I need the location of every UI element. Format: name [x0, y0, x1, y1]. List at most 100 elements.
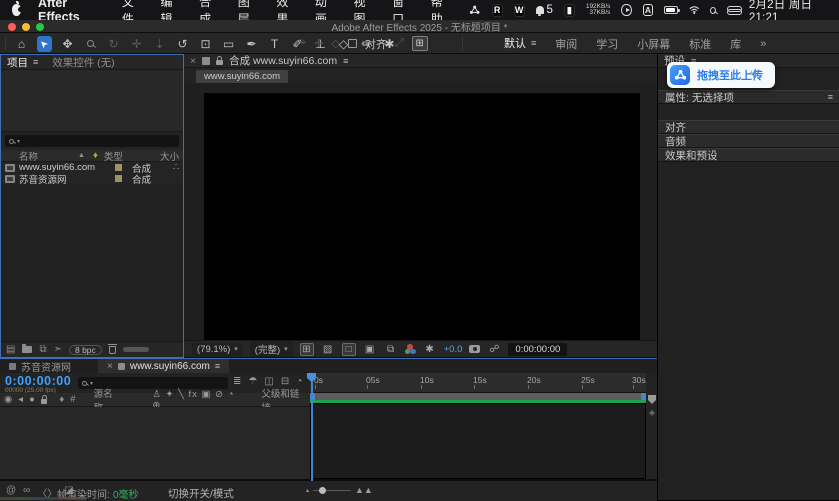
- dolly-camera-tool[interactable]: ⇣: [152, 36, 167, 52]
- workspace-small-screen[interactable]: 小屏幕: [636, 33, 671, 55]
- current-timecode[interactable]: 0:00:00:00: [5, 374, 71, 388]
- apple-menu-icon[interactable]: [12, 4, 21, 16]
- comp-marker-icon[interactable]: ◈: [649, 408, 655, 417]
- hand-tool[interactable]: ✥: [60, 36, 75, 52]
- snap-checkbox[interactable]: [348, 39, 357, 48]
- view-layout-icon[interactable]: ⧉: [384, 344, 398, 355]
- new-composition-icon[interactable]: ⧉: [39, 344, 46, 355]
- selection-tool[interactable]: ➤: [37, 36, 52, 52]
- control-center-icon[interactable]: [727, 6, 738, 15]
- tab-effect-controls[interactable]: 效果控件 (无): [52, 55, 114, 70]
- spotlight-search-icon[interactable]: [710, 7, 716, 14]
- label-color-chip[interactable]: [115, 175, 122, 182]
- column-size[interactable]: 大小: [160, 149, 179, 163]
- grid-options-button[interactable]: ⊞: [412, 36, 428, 51]
- channel-color-icon[interactable]: [405, 344, 416, 354]
- color-management-icon[interactable]: ✱: [423, 344, 437, 355]
- comp-marker-bin-icon[interactable]: [648, 395, 656, 404]
- zoom-out-icon[interactable]: ▴: [306, 487, 309, 494]
- toggle-switches-modes-button[interactable]: 切换开关/模式: [168, 486, 234, 501]
- panel-menu-icon[interactable]: ≡: [828, 92, 833, 102]
- label-color-chip[interactable]: [115, 164, 122, 171]
- horizontal-scrollbar[interactable]: [123, 347, 149, 352]
- lock-icon[interactable]: [41, 399, 48, 404]
- timeline-vertical-scrollbar[interactable]: ◈: [647, 393, 657, 479]
- region-of-interest-icon[interactable]: □: [342, 343, 356, 356]
- workspace-default[interactable]: 默认 ≡: [503, 32, 537, 56]
- zoom-in-icon[interactable]: ▲▲: [355, 485, 373, 495]
- timeline-zoom-control[interactable]: ▴ ▲▲: [306, 485, 373, 495]
- zoom-slider-knob[interactable]: [319, 487, 326, 494]
- label-column-icon[interactable]: ♦: [59, 394, 64, 405]
- time-ruler[interactable]: 0s 05s 10s 15s 20s 25s 30s: [310, 373, 646, 393]
- media-play-icon[interactable]: [621, 4, 631, 16]
- workspace-libraries[interactable]: 库: [729, 33, 742, 55]
- project-search-input[interactable]: ▾: [5, 135, 179, 147]
- panel-menu-icon[interactable]: ≡: [33, 57, 38, 67]
- workspace-learn[interactable]: 学习: [595, 33, 619, 55]
- layer-track-area[interactable]: [310, 403, 646, 479]
- zoom-slider-track[interactable]: [313, 490, 351, 491]
- properties-panel-header[interactable]: 属性: 无选择项 ≡: [658, 90, 839, 104]
- close-tab-icon[interactable]: ×: [107, 361, 113, 372]
- layer-number-column[interactable]: #: [70, 394, 75, 405]
- magnification-dropdown[interactable]: (79.1%) ▾: [192, 343, 243, 356]
- battery-icon[interactable]: [664, 6, 677, 14]
- show-snapshot-icon[interactable]: ☍: [487, 344, 501, 355]
- pan-camera-tool[interactable]: ✛: [129, 36, 144, 52]
- w-app-icon[interactable]: W: [514, 4, 525, 17]
- mask-option-icon-a[interactable]: ⌖: [300, 37, 306, 50]
- layer-list-empty-area[interactable]: [0, 407, 310, 479]
- tab-project[interactable]: 项目 ≡: [7, 55, 38, 70]
- render-queue-icon[interactable]: ➣: [54, 344, 62, 355]
- mask-visibility-icon[interactable]: ▣: [363, 344, 377, 355]
- panel-menu-icon[interactable]: ≡: [215, 361, 220, 371]
- column-type[interactable]: 类型: [104, 149, 123, 163]
- video-visibility-icon[interactable]: ◉: [4, 394, 12, 405]
- timeline-tab-active[interactable]: × www.suyin66.com ≡: [98, 359, 229, 373]
- app-badge-icon[interactable]: ▮: [564, 4, 575, 17]
- workspace-review[interactable]: 审阅: [554, 33, 578, 55]
- r-app-icon[interactable]: R: [492, 4, 503, 17]
- close-window-button[interactable]: [8, 23, 16, 31]
- interpret-footage-icon[interactable]: ▤: [6, 344, 15, 355]
- search-options-chevron[interactable]: ▾: [17, 138, 20, 145]
- composition-viewer[interactable]: [204, 93, 640, 340]
- notification-bell[interactable]: 5: [536, 4, 553, 16]
- effects-presets-panel-header[interactable]: 效果和预设: [658, 148, 839, 162]
- shape-tool[interactable]: ▭: [221, 36, 236, 52]
- mask-option-icon-c[interactable]: ◇: [331, 37, 339, 50]
- zoom-tool[interactable]: [83, 36, 98, 52]
- workspace-standard[interactable]: 标准: [688, 33, 712, 55]
- mini-flowchart-icon[interactable]: ≣: [233, 376, 241, 387]
- audio-icon[interactable]: ◂: [18, 394, 23, 405]
- draft-3d-icon[interactable]: ☂: [248, 376, 257, 387]
- viewer-tab[interactable]: www.suyin66.com: [196, 70, 288, 83]
- cloud-app-icon[interactable]: [469, 4, 480, 16]
- unified-camera-tool[interactable]: ⊡: [198, 36, 213, 52]
- new-folder-icon[interactable]: [22, 346, 32, 353]
- snapshot-camera-icon[interactable]: [469, 345, 480, 353]
- project-item-row[interactable]: 苏音资源网 合成: [1, 173, 183, 184]
- solo-icon[interactable]: ●: [29, 394, 35, 405]
- search-options-chevron[interactable]: ▾: [90, 380, 93, 387]
- align-panel-header[interactable]: 对齐: [658, 120, 839, 134]
- grid-guides-icon[interactable]: ⊞: [300, 343, 314, 356]
- timeline-tab-inactive[interactable]: 苏音资源网: [0, 359, 80, 373]
- wifi-icon[interactable]: [689, 5, 700, 15]
- rotate-tool[interactable]: ↺: [175, 36, 190, 52]
- panel-menu-icon[interactable]: ≡: [343, 56, 348, 66]
- preview-timecode[interactable]: 0:00:00:00: [508, 343, 567, 356]
- transparency-grid-icon[interactable]: ▨: [321, 344, 335, 355]
- bpc-button[interactable]: 8 bpc: [69, 345, 102, 355]
- zoom-window-button[interactable]: [36, 23, 44, 31]
- close-panel-icon[interactable]: ×: [190, 55, 196, 67]
- home-button[interactable]: ⌂: [14, 36, 29, 52]
- orbit-camera-tool[interactable]: ↻: [106, 36, 121, 52]
- input-source-icon[interactable]: A: [643, 4, 654, 16]
- exposure-value[interactable]: +0.0: [444, 344, 463, 355]
- work-area-bar[interactable]: [310, 393, 646, 400]
- lock-icon[interactable]: [216, 60, 223, 65]
- sort-asc-icon[interactable]: ▲: [78, 152, 85, 159]
- type-tool[interactable]: T: [267, 36, 282, 52]
